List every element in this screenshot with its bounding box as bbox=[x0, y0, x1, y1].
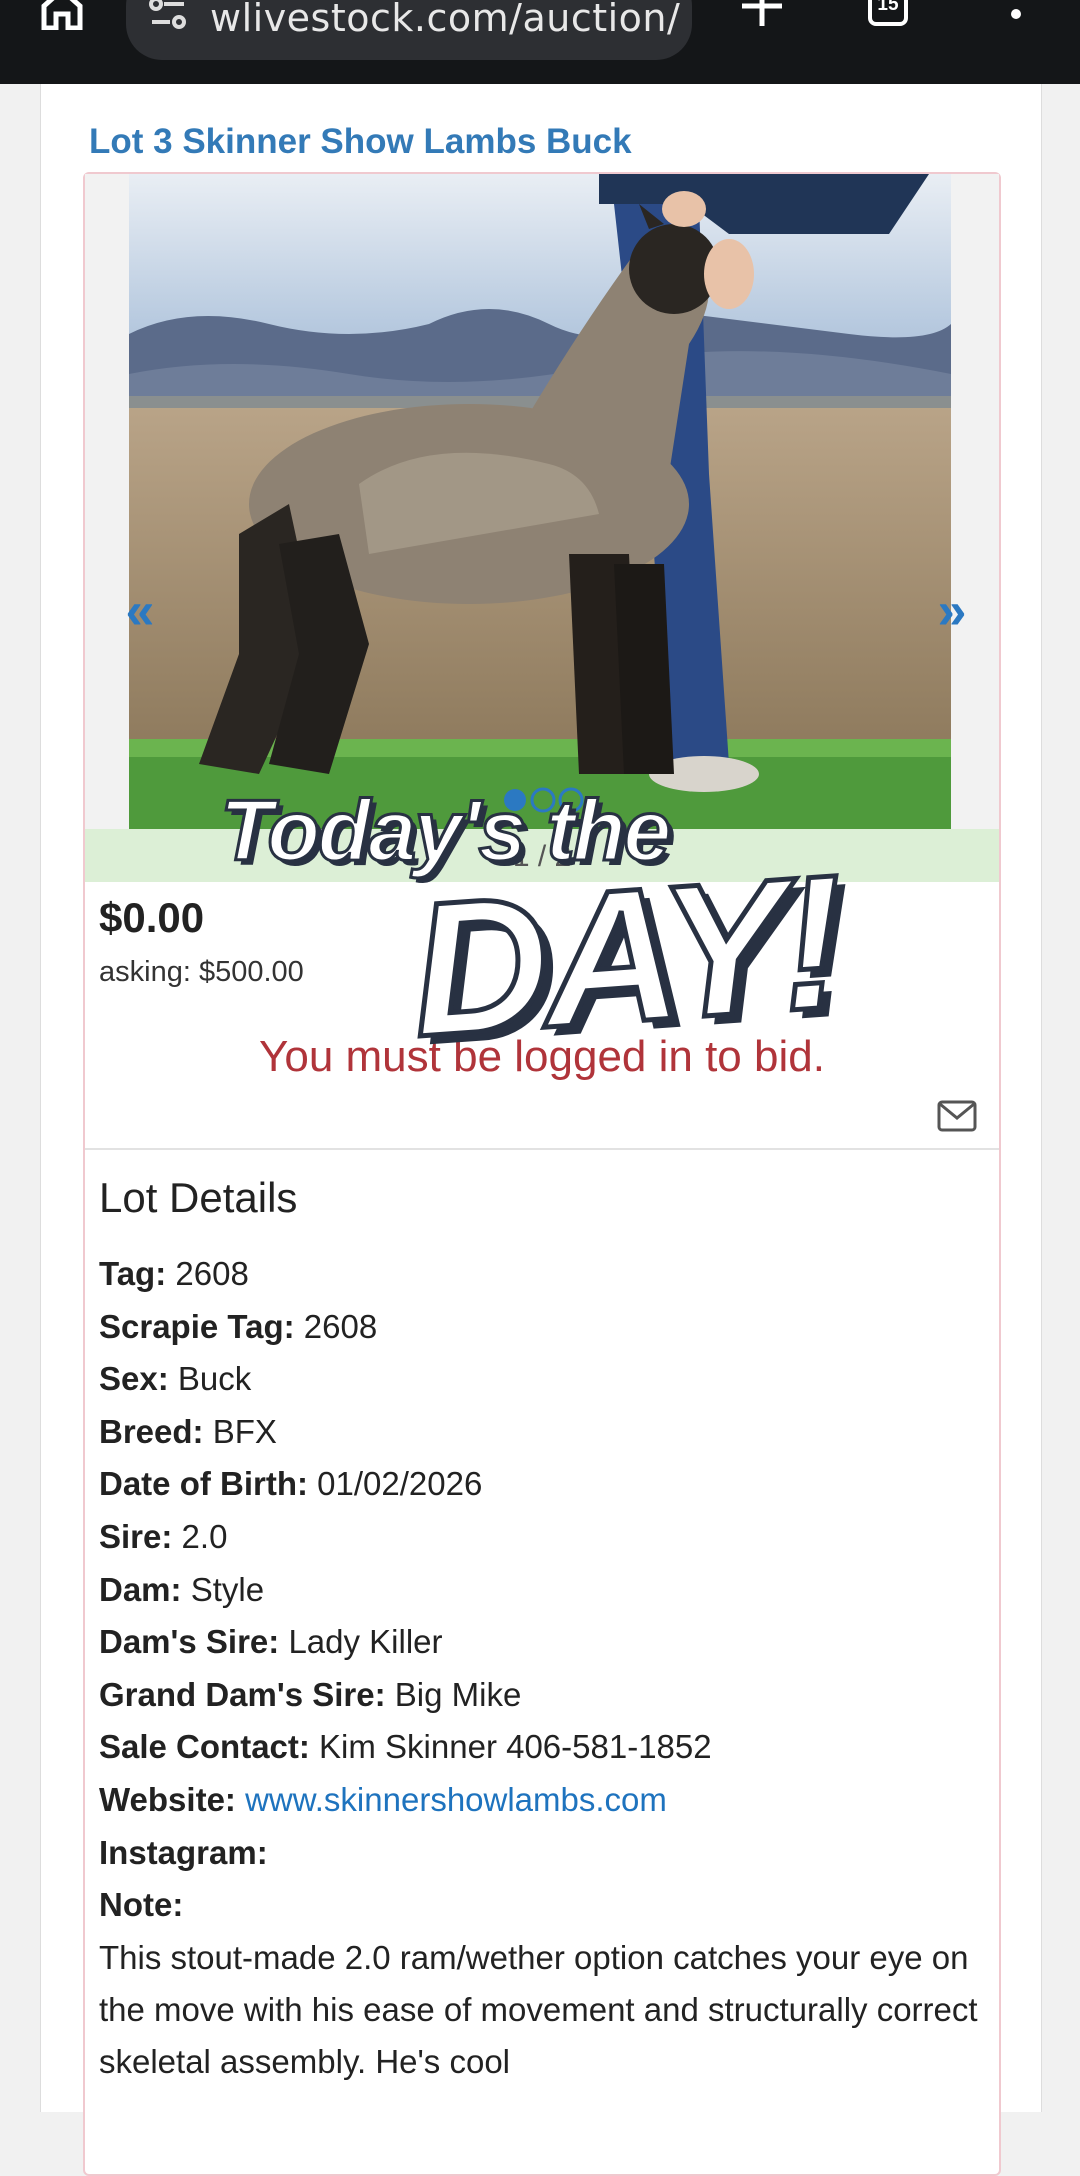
url-text[interactable]: wlivestock.com/auction/ bbox=[210, 0, 680, 40]
detail-row-sale-contact: Sale Contact: Kim Skinner 406-581-1852 bbox=[99, 1721, 979, 1774]
detail-row-scrapie-tag: Scrapie Tag: 2608 bbox=[99, 1301, 979, 1354]
detail-key: Tag: bbox=[99, 1255, 167, 1292]
detail-key: Sale Contact: bbox=[99, 1728, 310, 1766]
chevron-double-right-icon[interactable]: » bbox=[927, 585, 977, 637]
detail-key: Dam: bbox=[99, 1570, 182, 1608]
detail-value: Lady Killer bbox=[288, 1623, 443, 1661]
detail-row-breed: Breed: BFX bbox=[99, 1406, 979, 1459]
plus-icon[interactable] bbox=[740, 0, 784, 28]
detail-value: BFX bbox=[212, 1412, 277, 1450]
home-icon[interactable] bbox=[40, 0, 84, 30]
browser-toolbar: wlivestock.com/auction/ 15 bbox=[0, 0, 1080, 84]
detail-row-website: Website: www.skinnershowlambs.com bbox=[99, 1774, 979, 1827]
detail-row-dam: Dam: Style bbox=[99, 1564, 979, 1617]
detail-key: Sire: bbox=[99, 1517, 173, 1555]
detail-value: 2.0 bbox=[181, 1517, 228, 1555]
detail-row-dams-sire: Dam's Sire: Lady Killer bbox=[99, 1616, 979, 1669]
site-settings-icon[interactable] bbox=[148, 0, 188, 34]
detail-value: Kim Skinner 406-581-1852 bbox=[319, 1728, 712, 1766]
photo-carousel[interactable]: 1 / 2 « » bbox=[85, 174, 999, 882]
mail-icon[interactable] bbox=[937, 1100, 977, 1132]
detail-row-dob: Date of Birth: 01/02/2026 bbox=[99, 1458, 979, 1511]
detail-value: 01/02/2026 bbox=[317, 1465, 483, 1503]
note-text: This stout-made 2.0 ram/wether option ca… bbox=[99, 1938, 978, 2080]
detail-row-tag: Tag: 2608 bbox=[99, 1248, 979, 1301]
detail-row-note: Note: bbox=[99, 1879, 979, 1932]
chevron-double-left-icon[interactable]: « bbox=[115, 585, 165, 637]
detail-key: Scrapie Tag: bbox=[99, 1307, 295, 1345]
detail-key: Note: bbox=[99, 1886, 184, 1924]
detail-row-sire: Sire: 2.0 bbox=[99, 1511, 979, 1564]
detail-key: Instagram: bbox=[99, 1833, 268, 1871]
current-bid: $0.00 bbox=[99, 894, 205, 941]
detail-key: Website: bbox=[99, 1780, 236, 1818]
overlay-caption-line2: DAY! bbox=[403, 833, 848, 1079]
lot-details-heading: Lot Details bbox=[99, 1174, 298, 1221]
lot-card: 1 / 2 « » $0.00 asking: $500.00 You must… bbox=[83, 172, 1001, 2176]
lot-title[interactable]: Lot 3 Skinner Show Lambs Buck bbox=[89, 122, 632, 162]
detail-key: Breed: bbox=[99, 1412, 204, 1450]
website-link[interactable]: www.skinnershowlambs.com bbox=[245, 1781, 667, 1818]
detail-row-sex: Sex: Buck bbox=[99, 1353, 979, 1406]
detail-value: Buck bbox=[177, 1360, 252, 1398]
detail-value: 2608 bbox=[303, 1307, 378, 1345]
page-content: Lot 3 Skinner Show Lambs Buck 1 / 2 « » … bbox=[40, 84, 1042, 2176]
detail-row-instagram: Instagram: bbox=[99, 1827, 979, 1880]
detail-key: Date of Birth: bbox=[99, 1465, 308, 1503]
lot-photo bbox=[129, 174, 951, 829]
tab-count: 15 bbox=[877, 0, 899, 15]
detail-value: Big Mike bbox=[394, 1675, 522, 1713]
detail-row-grand-dams-sire: Grand Dam's Sire: Big Mike bbox=[99, 1669, 979, 1722]
more-menu-icon[interactable] bbox=[1004, 0, 1028, 36]
detail-key: Sex: bbox=[99, 1360, 169, 1398]
asking-price: asking: $500.00 bbox=[99, 956, 304, 988]
address-bar[interactable]: wlivestock.com/auction/ bbox=[126, 0, 692, 60]
detail-key: Grand Dam's Sire: bbox=[99, 1675, 386, 1713]
detail-value: Style bbox=[190, 1570, 265, 1608]
lot-details-list: Tag: 2608 Scrapie Tag: 2608 Sex: Buck Br… bbox=[99, 1248, 979, 2088]
tabs-icon[interactable]: 15 bbox=[868, 0, 908, 26]
divider bbox=[85, 1148, 999, 1150]
detail-value: 2608 bbox=[175, 1255, 249, 1292]
detail-key: Dam's Sire: bbox=[99, 1623, 280, 1661]
